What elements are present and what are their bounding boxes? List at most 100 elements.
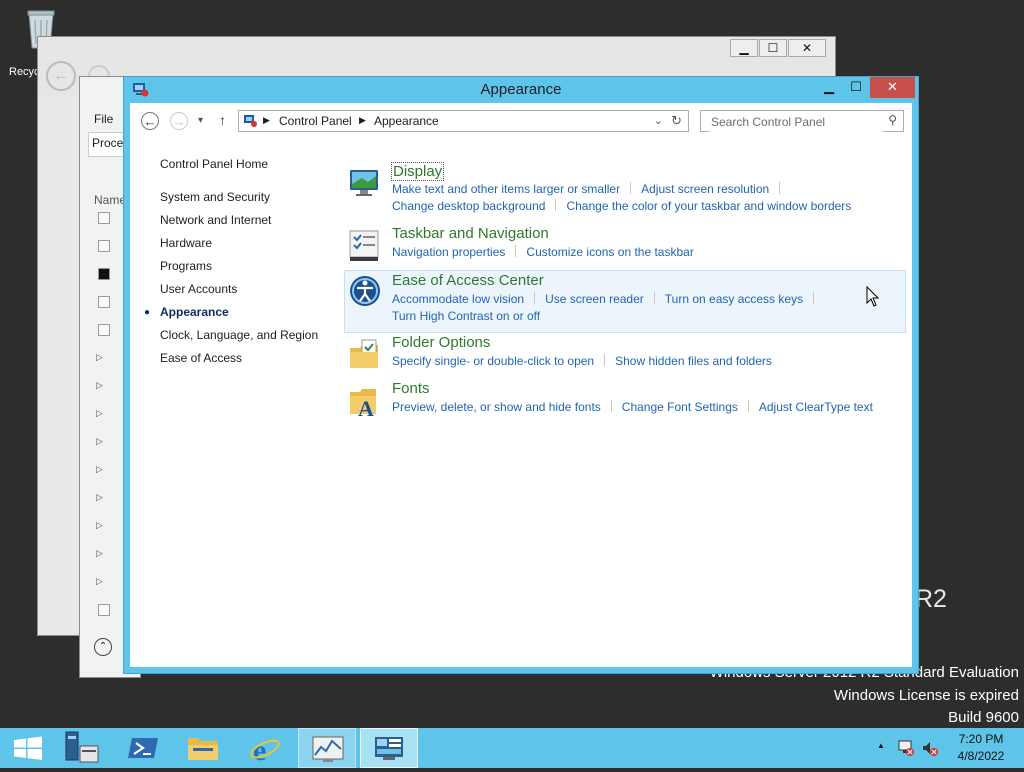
link-easy-access-keys[interactable]: Turn on easy access keys [665, 292, 803, 306]
expand-arrow-icon[interactable]: ▷ [96, 464, 103, 475]
breadcrumb-separator-icon[interactable]: ▶ [359, 115, 366, 126]
address-dropdown-button[interactable]: ⌄ [654, 114, 663, 127]
background-maximize-button[interactable]: ☐ [759, 39, 787, 57]
link-preview-fonts[interactable]: Preview, delete, or show and hide fonts [392, 400, 601, 414]
nav-programs[interactable]: Programs [160, 259, 212, 273]
fonts-heading[interactable]: Fonts [392, 380, 430, 397]
explorer-column-name[interactable]: Name [94, 193, 126, 207]
nav-control-panel-home[interactable]: Control Panel Home [160, 157, 268, 171]
fonts-icon: A [350, 389, 376, 418]
fewer-details-icon[interactable]: ⌃ [94, 638, 112, 656]
volume-muted-icon[interactable] [921, 739, 939, 757]
category-folder-options: Folder Options Specify single- or double… [344, 334, 906, 374]
watermark-r2: R2 [915, 585, 947, 613]
powershell-icon [128, 738, 158, 758]
nav-user-accounts[interactable]: User Accounts [160, 282, 237, 296]
folder-options-icon [350, 339, 378, 368]
taskbar-clock[interactable]: 7:20 PM 4/8/2022 [948, 731, 1014, 765]
clock-date: 4/8/2022 [957, 749, 1005, 763]
expand-arrow-icon[interactable]: ▷ [96, 436, 103, 447]
control-panel-icon [375, 737, 403, 760]
expand-arrow-icon[interactable]: ▷ [96, 520, 103, 531]
control-panel-window[interactable]: Appearance ▁ ☐ ✕ ← → ▾ ↑ ▶ Control Panel… [123, 76, 919, 674]
expand-arrow-icon[interactable]: ▷ [96, 492, 103, 503]
active-nav-bullet-icon: ● [144, 307, 151, 318]
nav-ease-of-access[interactable]: Ease of Access [160, 351, 242, 365]
internet-explorer-button[interactable]: e [236, 728, 294, 768]
expand-arrow-icon[interactable]: ▷ [96, 408, 103, 419]
server-manager-button[interactable] [58, 728, 116, 768]
control-panel-breadcrumb-icon [244, 115, 257, 127]
recent-locations-button[interactable]: ▾ [198, 115, 203, 126]
link-change-desktop-background[interactable]: Change desktop background [392, 199, 545, 213]
up-button[interactable]: ↑ [219, 112, 226, 128]
back-button[interactable]: ← [141, 112, 159, 130]
svg-text:A: A [358, 396, 374, 418]
refresh-button[interactable]: ↻ [671, 113, 682, 129]
breadcrumb-separator-icon[interactable]: ▶ [263, 115, 270, 126]
powershell-button[interactable] [116, 728, 174, 768]
link-change-font-settings[interactable]: Change Font Settings [622, 400, 738, 414]
search-icon[interactable]: ⚲ [888, 113, 897, 127]
watermark-build: Build 9600 [948, 709, 1019, 726]
start-button[interactable] [0, 728, 58, 768]
fonts-links-row-1: Preview, delete, or show and hide fonts C… [392, 400, 873, 414]
browser-back-icon[interactable]: ← [46, 61, 76, 91]
forward-button[interactable]: → [170, 112, 188, 130]
link-separator [813, 292, 815, 304]
search-box[interactable]: ⚲ [700, 110, 904, 132]
ease-of-access-center-heading[interactable]: Ease of Access Center [392, 272, 544, 289]
ease-links-row-2: Turn High Contrast on or off [392, 309, 540, 323]
server-manager-icon [65, 731, 99, 763]
link-adjust-cleartype[interactable]: Adjust ClearType text [759, 400, 873, 414]
performance-monitor-button[interactable] [298, 728, 356, 768]
explorer-row-icon [98, 604, 110, 616]
link-separator [604, 354, 606, 366]
link-navigation-properties[interactable]: Navigation properties [392, 245, 505, 259]
display-links-row-2: Change desktop background Change the colo… [392, 199, 851, 213]
show-hidden-icons-button[interactable]: ▲ [877, 741, 885, 750]
taskbar-links-row-1: Navigation properties Customize icons on … [392, 245, 694, 259]
taskbar-and-navigation-heading[interactable]: Taskbar and Navigation [392, 225, 549, 242]
link-customize-taskbar-icons[interactable]: Customize icons on the taskbar [526, 245, 693, 259]
expand-arrow-icon[interactable]: ▷ [96, 352, 103, 363]
control-panel-button[interactable] [360, 728, 418, 768]
nav-hardware[interactable]: Hardware [160, 236, 212, 250]
minimize-button[interactable]: ▁ [816, 77, 842, 98]
explorer-row-icon [98, 324, 110, 336]
expand-arrow-icon[interactable]: ▷ [96, 576, 103, 587]
link-use-screen-reader[interactable]: Use screen reader [545, 292, 644, 306]
background-close-button[interactable]: ✕ [788, 39, 826, 57]
breadcrumb-appearance[interactable]: Appearance [374, 114, 439, 128]
link-high-contrast[interactable]: Turn High Contrast on or off [392, 309, 540, 323]
explorer-row-icon [98, 296, 110, 308]
close-button[interactable]: ✕ [870, 77, 915, 98]
link-single-double-click[interactable]: Specify single- or double-click to open [392, 354, 594, 368]
link-show-hidden-files[interactable]: Show hidden files and folders [615, 354, 772, 368]
folder-options-heading[interactable]: Folder Options [392, 334, 490, 351]
expand-arrow-icon[interactable]: ▷ [96, 548, 103, 559]
display-heading[interactable]: Display [391, 162, 445, 181]
nav-network-and-internet[interactable]: Network and Internet [160, 213, 271, 227]
category-fonts: A Fonts Preview, delete, or show and hid… [344, 380, 906, 420]
link-adjust-resolution[interactable]: Adjust screen resolution [641, 182, 769, 196]
nav-appearance[interactable]: Appearance [160, 305, 229, 319]
maximize-button[interactable]: ☐ [843, 77, 869, 98]
nav-clock-language-region[interactable]: Clock, Language, and Region [160, 328, 318, 342]
network-status-icon[interactable] [897, 739, 915, 757]
address-bar[interactable]: ▶ Control Panel ▶ Appearance ⌄ ↻ [238, 110, 689, 132]
link-change-taskbar-color[interactable]: Change the color of your taskbar and win… [566, 199, 851, 213]
taskbar: e ▲ 7:20 PM 4/8/2022 [0, 728, 1024, 768]
breadcrumb-control-panel[interactable]: Control Panel [279, 114, 352, 128]
nav-system-and-security[interactable]: System and Security [160, 190, 270, 204]
search-input[interactable] [709, 112, 883, 132]
file-explorer-button[interactable] [174, 728, 232, 768]
link-accommodate-low-vision[interactable]: Accommodate low vision [392, 292, 524, 306]
background-minimize-button[interactable]: ▁ [730, 39, 758, 57]
svg-text:e: e [253, 734, 266, 767]
file-explorer-icon [188, 738, 218, 760]
display-links-row-1: Make text and other items larger or smal… [392, 182, 790, 196]
link-separator [555, 199, 557, 211]
expand-arrow-icon[interactable]: ▷ [96, 380, 103, 391]
link-make-text-larger[interactable]: Make text and other items larger or smal… [392, 182, 620, 196]
